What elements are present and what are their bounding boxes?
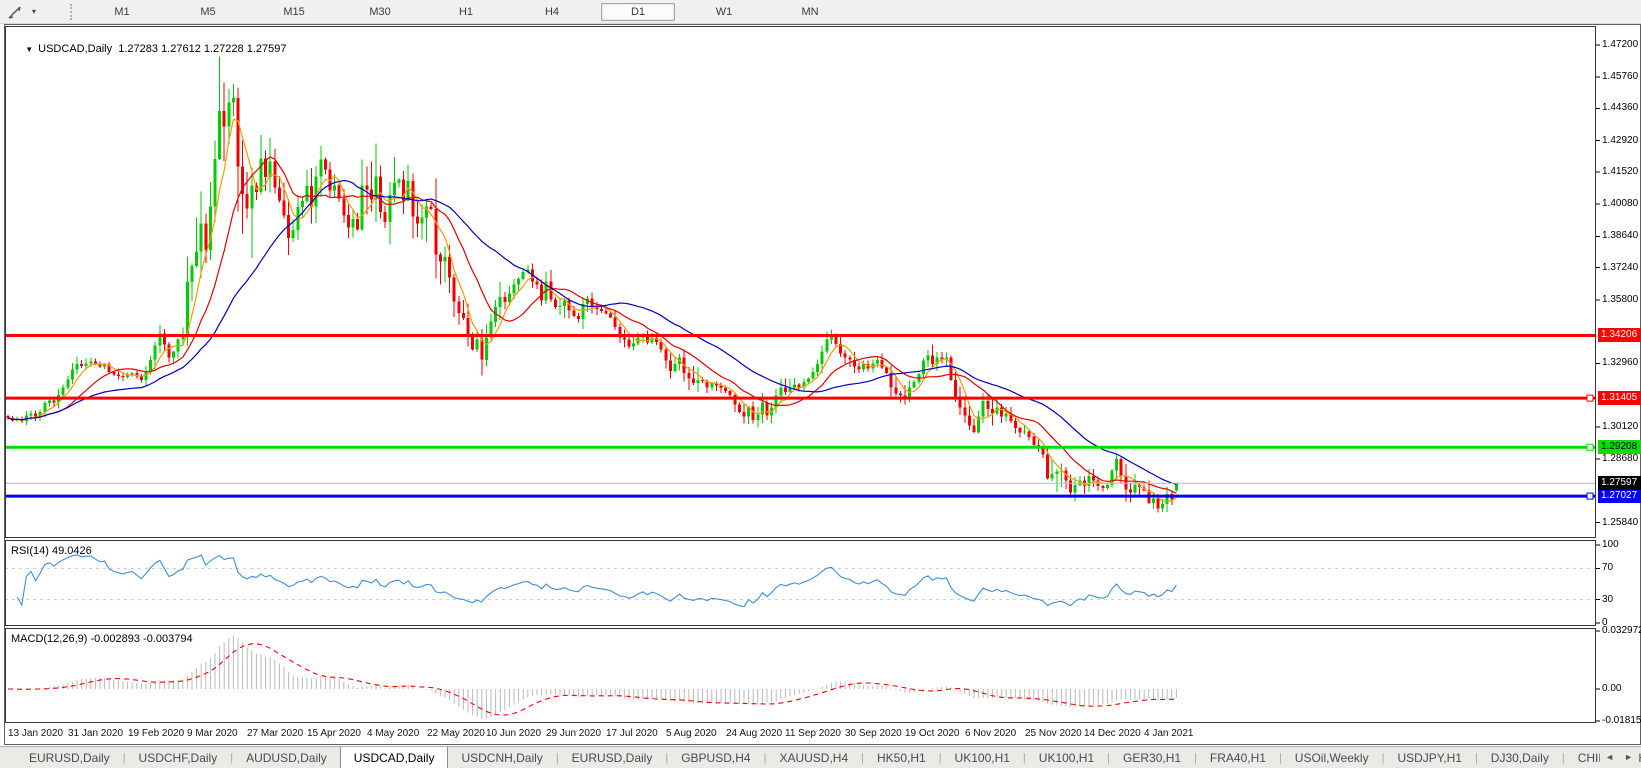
chart-tab-fra40-h1[interactable]: FRA40,H1: [1197, 747, 1279, 768]
timeframe-button-m5[interactable]: M5: [171, 3, 245, 21]
chart-tab-ger30-h1[interactable]: GER30,H1: [1110, 747, 1194, 768]
timeframe-button-w1[interactable]: W1: [687, 3, 761, 21]
date-axis-label: 31 Jan 2020: [68, 728, 124, 739]
tab-scroll-right-icon[interactable]: ►: [1619, 752, 1638, 762]
price-axis-tick: 1.25840: [1602, 516, 1639, 528]
date-axis-label: 22 May 2020: [427, 728, 485, 739]
date-axis-label: 19 Feb 2020: [128, 728, 185, 739]
macd-axis-tick: -0.018154: [1602, 715, 1641, 726]
hline-price-tag-1.27027[interactable]: 1.27027: [1598, 489, 1641, 504]
hline-price-tag-1.29208[interactable]: 1.29208: [1598, 440, 1641, 455]
hline-handle-1.27027[interactable]: [1586, 492, 1594, 500]
timeframe-buttons: M1 M5 M15 M30 H1 H4 D1 W1 MN: [85, 2, 859, 21]
trading-platform-window: ▾ M1 M5 M15 M30 H1 H4 D1 W1 MN ▼ USDCAD,Daily 1.2…: [0, 0, 1641, 768]
date-axis-label: 13 Jan 2020: [8, 728, 64, 739]
rsi-line: [16, 554, 1177, 608]
chart-tab-audusd-daily[interactable]: AUDUSD,Daily: [233, 747, 340, 768]
current-price-tag: 1.27597: [1598, 476, 1641, 491]
rsi-axis-tick: 70: [1602, 562, 1614, 574]
hline-handle-1.29208[interactable]: [1586, 443, 1594, 451]
toolbar-grip-handle[interactable]: [70, 3, 75, 20]
macd-axis-tick: 0.00: [1602, 683, 1622, 695]
date-axis-label: 27 Mar 2020: [247, 728, 304, 739]
macd-indicator-label: MACD(12,26,9) -0.002893 -0.003794: [11, 633, 193, 645]
trendline-tool-glyph: [8, 5, 21, 19]
chart-title: ▼ USDCAD,Daily 1.27283 1.27612 1.27228 1.…: [13, 31, 286, 67]
date-axis-label: 24 Aug 2020: [726, 728, 783, 739]
tab-scroll-arrows: ◄ ►: [1600, 747, 1638, 767]
price-axis-tick: 1.37240: [1602, 261, 1639, 273]
timeframe-button-mn[interactable]: MN: [773, 3, 847, 21]
date-axis-label: 17 Jul 2020: [606, 728, 658, 739]
tool-dropdown-arrow-icon[interactable]: ▾: [32, 7, 36, 16]
macd-histogram: [12, 635, 1177, 719]
date-axis-label: 5 Aug 2020: [666, 728, 717, 739]
price-axis-tick: 1.41520: [1602, 165, 1639, 177]
chart-tab-eurusd-daily[interactable]: EURUSD,Daily: [559, 747, 666, 768]
price-axis-tick: 1.44360: [1602, 102, 1639, 114]
chart-title-symbol: USDCAD,Daily: [38, 43, 113, 55]
timeframe-toolbar: ▾ M1 M5 M15 M30 H1 H4 D1 W1 MN: [0, 0, 1641, 24]
date-axis-label: 4 Jan 2021: [1144, 728, 1194, 739]
timeframe-button-h1[interactable]: H1: [429, 3, 503, 21]
price-axis-tick: 1.42920: [1602, 134, 1639, 146]
date-axis-label: 11 Sep 2020: [785, 728, 841, 739]
chart-tab-gbpusd-h4[interactable]: GBPUSD,H4: [668, 747, 763, 768]
chart-tab-usdcnh-daily[interactable]: USDCNH,Daily: [448, 747, 555, 768]
price-axis-tick: 1.35800: [1602, 293, 1639, 305]
price-axis-tick: 1.47200: [1602, 38, 1639, 50]
date-axis-label: 19 Oct 2020: [905, 728, 960, 739]
date-axis-label: 14 Dec 2020: [1084, 728, 1141, 739]
tab-scroll-left-icon[interactable]: ◄: [1600, 752, 1619, 762]
timeframe-button-m30[interactable]: M30: [343, 3, 417, 21]
chart-tab-usdcad-daily[interactable]: USDCAD,Daily: [339, 747, 449, 768]
chart-title-expand-icon[interactable]: ▼: [25, 45, 33, 54]
moving-average-13: [7, 156, 1177, 494]
chart-tab-uk100-h1[interactable]: UK100,H1: [942, 747, 1023, 768]
chart-tab-usdchf-daily[interactable]: USDCHF,Daily: [126, 747, 231, 768]
date-axis-label: 6 Nov 2020: [965, 728, 1017, 739]
timeframe-button-h4[interactable]: H4: [515, 3, 589, 21]
date-axis-label: 25 Nov 2020: [1025, 728, 1082, 739]
trendline-tool-icon[interactable]: [0, 2, 30, 22]
chart-tab-usoil-weekly[interactable]: USOil,Weekly: [1282, 747, 1382, 768]
chart-tab-eurusd-daily[interactable]: EURUSD,Daily: [16, 747, 123, 768]
price-axis-tick: 1.28680: [1602, 453, 1639, 465]
hline-price-tag-1.31405[interactable]: 1.31405: [1598, 391, 1641, 406]
date-axis-label: 30 Sep 2020: [845, 728, 902, 739]
date-axis-label: 15 Apr 2020: [307, 728, 361, 739]
rsi-axis-tick: 30: [1602, 593, 1614, 605]
chart-tab-bar: EURUSD,Daily | USDCHF,Daily | AUDUSD,Daily US…: [0, 746, 1641, 768]
chart-tab-dj30-daily[interactable]: DJ30,Daily: [1478, 747, 1562, 768]
chart-canvas: [4, 24, 1641, 745]
price-axis-tick: 1.32960: [1602, 357, 1639, 369]
timeframe-button-m15[interactable]: M15: [257, 3, 331, 21]
date-axis-label: 4 May 2020: [367, 728, 420, 739]
macd-axis-tick: 0.032972: [1602, 625, 1641, 636]
price-axis-tick: 1.30120: [1602, 420, 1639, 432]
date-axis-label: 9 Mar 2020: [187, 728, 238, 739]
date-axis-label: 29 Jun 2020: [546, 728, 602, 739]
hline-handle-1.31405[interactable]: [1586, 394, 1594, 402]
chart-tab-uk100-h1[interactable]: UK100,H1: [1026, 747, 1107, 768]
hline-price-tag-1.34206[interactable]: 1.34206: [1598, 328, 1641, 343]
rsi-indicator-label: RSI(14) 49.0426: [11, 545, 92, 557]
timeframe-button-d1[interactable]: D1: [601, 2, 676, 21]
chart-tab-xauusd-h4[interactable]: XAUUSD,H4: [766, 747, 861, 768]
candles: [6, 56, 1178, 513]
price-axis-tick: 1.38640: [1602, 230, 1639, 242]
price-axis-tick: 1.45760: [1602, 70, 1639, 82]
chart-tab-usdjpy-h1[interactable]: USDJPY,H1: [1384, 747, 1474, 768]
chart-title-ohlc: 1.27283 1.27612 1.27228 1.27597: [118, 43, 287, 55]
rsi-axis-tick: 100: [1602, 539, 1619, 550]
date-axis-label: 10 Jun 2020: [486, 728, 542, 739]
timeframe-button-m1[interactable]: M1: [85, 3, 159, 21]
price-axis-tick: 1.40080: [1602, 198, 1639, 210]
chart-tab-hk50-h1[interactable]: HK50,H1: [864, 747, 939, 768]
